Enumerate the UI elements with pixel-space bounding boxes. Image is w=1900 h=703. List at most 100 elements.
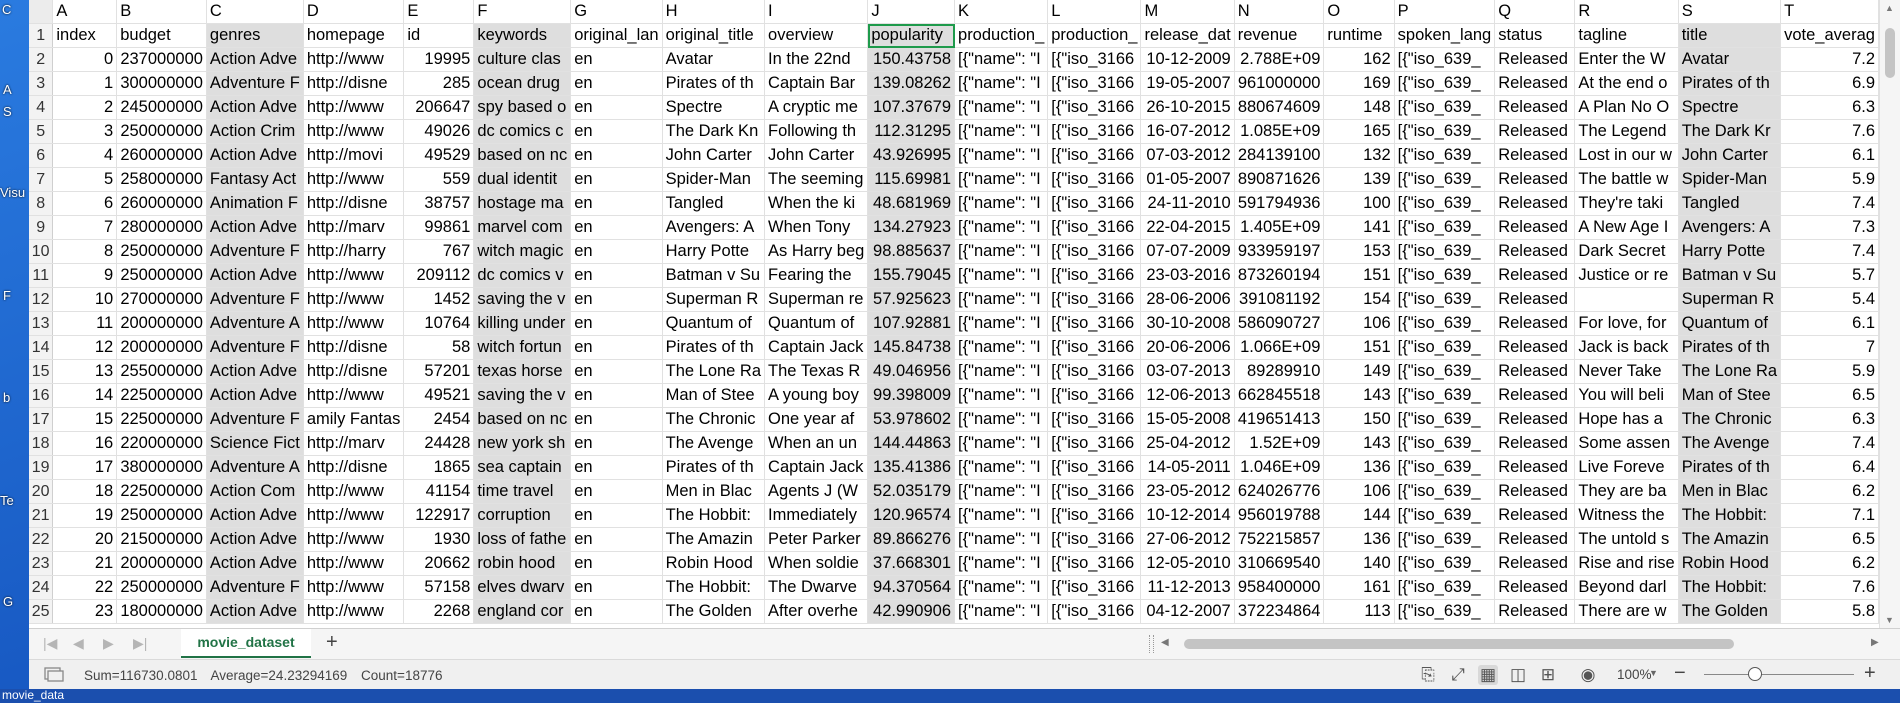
cell[interactable]: They are ba xyxy=(1574,479,1679,504)
cell[interactable]: When the ki xyxy=(764,191,869,216)
cell[interactable]: 122917 xyxy=(403,503,475,528)
cell[interactable]: 57158 xyxy=(403,575,475,600)
cell[interactable]: 155.79045 xyxy=(867,263,956,288)
cell[interactable]: witch fortun xyxy=(473,335,572,360)
cell[interactable]: [{"iso_3166 xyxy=(1047,551,1142,576)
cell[interactable]: http://disne xyxy=(303,191,405,216)
cell[interactable]: loss of fathe xyxy=(473,527,572,552)
desktop-icon-label[interactable]: F xyxy=(3,288,11,303)
cell[interactable]: [{"name": "I xyxy=(954,335,1049,360)
cell[interactable]: Released xyxy=(1494,263,1576,288)
cell[interactable]: 3 xyxy=(52,119,118,144)
cell[interactable]: time travel xyxy=(473,479,572,504)
cell[interactable]: Batman v Su xyxy=(1678,263,1782,288)
column-header-r[interactable]: R xyxy=(1574,0,1679,24)
cell[interactable]: Released xyxy=(1494,503,1576,528)
header-cell[interactable]: genres xyxy=(206,23,304,48)
cell[interactable]: 7.2 xyxy=(1780,47,1879,72)
cell[interactable]: Man of Stee xyxy=(1678,383,1782,408)
cell[interactable]: Released xyxy=(1494,239,1576,264)
cell[interactable]: Avengers: A xyxy=(662,215,766,240)
cell[interactable]: Action Adve xyxy=(206,551,304,576)
cell[interactable]: 16 xyxy=(52,431,118,456)
cell[interactable]: [{"name": "I xyxy=(954,455,1049,480)
cell[interactable]: culture clas xyxy=(473,47,572,72)
cell[interactable]: [{"iso_639_ xyxy=(1394,383,1496,408)
cell[interactable]: [{"iso_3166 xyxy=(1047,503,1142,528)
cell[interactable]: 150.43758 xyxy=(867,47,956,72)
desktop-icon-label[interactable]: G xyxy=(3,594,13,609)
cell[interactable]: 144.44863 xyxy=(867,431,956,456)
cell[interactable]: 206647 xyxy=(403,95,475,120)
cell[interactable]: http://marv xyxy=(303,431,405,456)
cell[interactable]: en xyxy=(570,431,663,456)
cell[interactable]: Dark Secret xyxy=(1574,239,1679,264)
cell[interactable]: Beyond darl xyxy=(1574,575,1679,600)
cell[interactable] xyxy=(1574,287,1679,312)
sheet-tab-movie-dataset[interactable]: movie_dataset xyxy=(181,629,311,658)
cell[interactable]: 154 xyxy=(1323,287,1395,312)
cell[interactable]: en xyxy=(570,119,663,144)
cell[interactable]: [{"name": "I xyxy=(954,191,1049,216)
header-cell[interactable]: budget xyxy=(116,23,207,48)
eye-protection-icon[interactable]: ◉ xyxy=(1578,665,1598,685)
cell[interactable]: 12-06-2013 xyxy=(1140,383,1235,408)
cell[interactable]: Batman v Su xyxy=(662,263,766,288)
cell[interactable]: 624026776 xyxy=(1234,479,1325,504)
cell[interactable]: Action Adve xyxy=(206,95,304,120)
cell[interactable]: [{"iso_3166 xyxy=(1047,599,1142,624)
cell[interactable]: Captain Jack xyxy=(764,335,869,360)
row-header[interactable]: 14 xyxy=(29,335,54,360)
cell[interactable]: http://www xyxy=(303,167,405,192)
cell[interactable]: 9 xyxy=(52,263,118,288)
cell[interactable]: [{"iso_639_ xyxy=(1394,95,1496,120)
cell[interactable]: [{"iso_639_ xyxy=(1394,335,1496,360)
cell[interactable]: 0 xyxy=(52,47,118,72)
cell[interactable]: 237000000 xyxy=(116,47,207,72)
cell[interactable]: The Legend xyxy=(1574,119,1679,144)
column-header-b[interactable]: B xyxy=(116,0,207,24)
normal-view-icon[interactable]: ▦ xyxy=(1478,665,1498,685)
cell[interactable]: Released xyxy=(1494,527,1576,552)
cell[interactable]: 300000000 xyxy=(116,71,207,96)
column-header-m[interactable]: M xyxy=(1140,0,1235,24)
cell[interactable]: 6.2 xyxy=(1780,479,1879,504)
cell[interactable]: Jack is back xyxy=(1574,335,1679,360)
cell[interactable]: Peter Parker xyxy=(764,527,869,552)
cell[interactable]: Released xyxy=(1494,47,1576,72)
cell[interactable]: [{"name": "I xyxy=(954,263,1049,288)
page-layout-icon[interactable]: ⊞ xyxy=(1538,665,1558,685)
cell[interactable]: hostage ma xyxy=(473,191,572,216)
cell[interactable]: http://www xyxy=(303,95,405,120)
cell[interactable]: 89.866276 xyxy=(867,527,956,552)
header-cell[interactable]: id xyxy=(403,23,475,48)
cell[interactable]: Released xyxy=(1494,191,1576,216)
next-sheet-icon[interactable]: ▶ xyxy=(103,635,114,652)
cell[interactable]: http://www xyxy=(303,527,405,552)
cell[interactable]: marvel com xyxy=(473,215,572,240)
cell[interactable]: 37.668301 xyxy=(867,551,956,576)
cell[interactable]: [{"iso_3166 xyxy=(1047,335,1142,360)
cell[interactable]: [{"iso_639_ xyxy=(1394,359,1496,384)
column-header-q[interactable]: Q xyxy=(1494,0,1576,24)
cell[interactable]: 16-07-2012 xyxy=(1140,119,1235,144)
cell[interactable]: 6.5 xyxy=(1780,383,1879,408)
cell[interactable]: For love, for xyxy=(1574,311,1679,336)
cell[interactable]: [{"iso_3166 xyxy=(1047,383,1142,408)
row-header[interactable]: 19 xyxy=(29,455,54,480)
cell[interactable]: 7.4 xyxy=(1780,191,1879,216)
cell[interactable]: When Tony xyxy=(764,215,869,240)
cell[interactable]: [{"iso_3166 xyxy=(1047,431,1142,456)
cell[interactable]: corruption xyxy=(473,503,572,528)
cell[interactable]: Released xyxy=(1494,407,1576,432)
cell[interactable]: 5.4 xyxy=(1780,287,1879,312)
cell[interactable]: 15-05-2008 xyxy=(1140,407,1235,432)
cell[interactable]: spy based o xyxy=(473,95,572,120)
cell[interactable]: Spider-Man xyxy=(1678,167,1782,192)
cell[interactable]: Action Adve xyxy=(206,359,304,384)
cell[interactable]: en xyxy=(570,215,663,240)
cell[interactable]: 958400000 xyxy=(1234,575,1325,600)
column-header-j[interactable]: J xyxy=(867,0,956,24)
header-cell[interactable]: revenue xyxy=(1234,23,1325,48)
header-cell[interactable]: runtime xyxy=(1323,23,1395,48)
